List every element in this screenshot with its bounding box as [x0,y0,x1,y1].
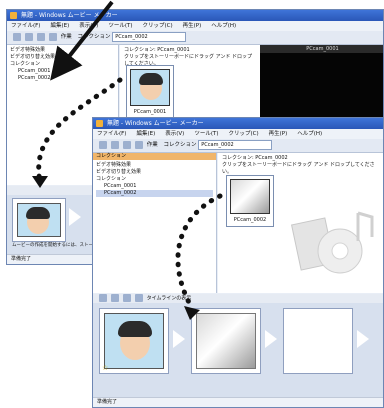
drag-arrowhead-front-icon [184,306,200,320]
pointer-arrow-icon [50,0,114,81]
drag-path-front [175,193,223,311]
drag-arrowhead-back-icon [32,176,48,188]
drag-path-back [36,77,123,185]
annotation-overlay [32,0,223,320]
